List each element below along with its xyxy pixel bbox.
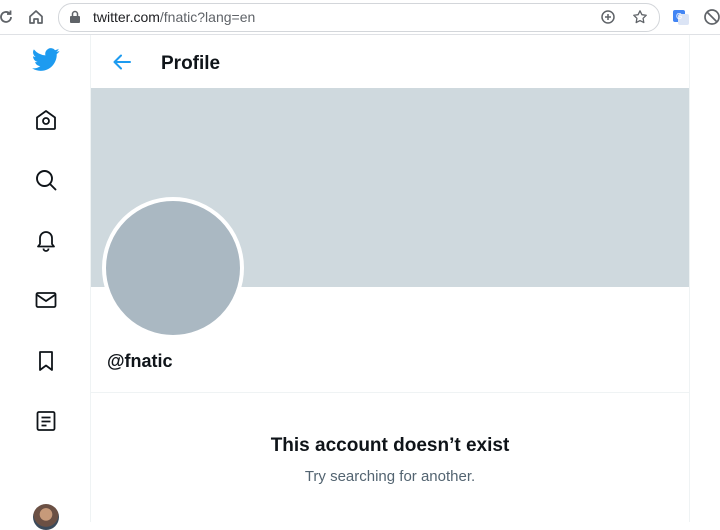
notifications-bell-icon[interactable]: [31, 225, 61, 255]
browser-toolbar: twitter.com/fnatic?lang=en G: [0, 0, 720, 35]
account-avatar[interactable]: [33, 504, 59, 530]
search-icon[interactable]: [31, 165, 61, 195]
bookmarks-icon[interactable]: [31, 346, 61, 376]
bookmark-star-icon[interactable]: [631, 8, 649, 26]
side-navigation: [0, 35, 91, 530]
profile-header: Profile: [91, 35, 689, 88]
url-path: /fnatic?lang=en: [159, 9, 256, 25]
address-bar[interactable]: twitter.com/fnatic?lang=en: [58, 3, 660, 32]
profile-column: Profile @fnatic This account doesn’t exi…: [91, 35, 690, 522]
profile-avatar: [102, 197, 244, 339]
home-browser-icon[interactable]: [24, 5, 48, 29]
home-icon[interactable]: [31, 105, 61, 135]
svg-text:G: G: [676, 12, 682, 21]
back-arrow-icon[interactable]: [111, 51, 133, 73]
empty-state-subtitle: Try searching for another.: [304, 468, 476, 485]
page-title: Profile: [161, 53, 221, 74]
twitter-logo-icon[interactable]: [31, 45, 61, 75]
url-host: twitter.com: [93, 9, 160, 25]
blocked-icon[interactable]: [700, 5, 720, 29]
divider: [91, 392, 689, 393]
messages-envelope-icon[interactable]: [31, 285, 61, 315]
zoom-add-icon[interactable]: [599, 8, 617, 26]
reload-icon[interactable]: [0, 5, 18, 29]
empty-state-title: This account doesn’t exist: [270, 435, 510, 456]
url-text[interactable]: twitter.com/fnatic?lang=en: [93, 9, 255, 26]
translate-extension-icon[interactable]: G: [669, 5, 693, 29]
lock-icon[interactable]: [69, 10, 81, 24]
profile-handle: @fnatic: [107, 351, 173, 371]
lists-icon[interactable]: [31, 406, 61, 436]
